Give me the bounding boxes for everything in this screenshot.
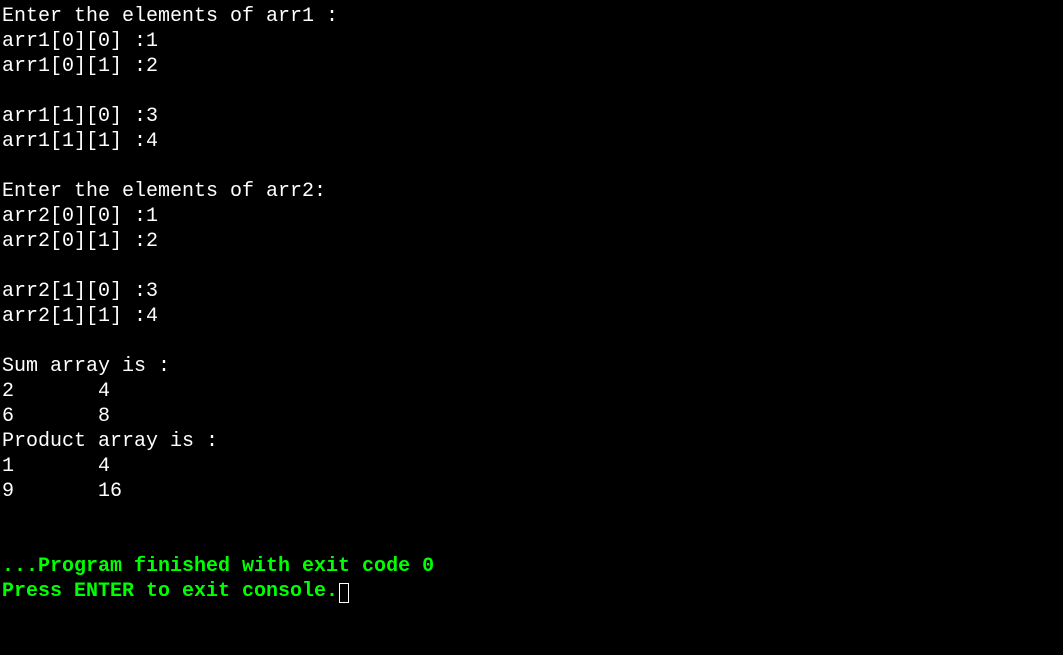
blank-line — [2, 254, 1061, 279]
blank-line — [2, 529, 1061, 554]
press-enter-text: Press ENTER to exit console. — [2, 580, 338, 603]
product-row-2: 9 16 — [2, 479, 1061, 504]
blank-line — [2, 154, 1061, 179]
arr2-input-10: arr2[1][0] :3 — [2, 279, 1061, 304]
blank-line — [2, 504, 1061, 529]
product-header: Product array is : — [2, 429, 1061, 454]
sum-row-1: 2 4 — [2, 379, 1061, 404]
arr2-input-11: arr2[1][1] :4 — [2, 304, 1061, 329]
cursor-icon — [339, 583, 349, 603]
arr1-input-10: arr1[1][0] :3 — [2, 104, 1061, 129]
arr1-input-00: arr1[0][0] :1 — [2, 29, 1061, 54]
product-row-1: 1 4 — [2, 454, 1061, 479]
arr2-input-01: arr2[0][1] :2 — [2, 229, 1061, 254]
blank-line — [2, 329, 1061, 354]
sum-row-2: 6 8 — [2, 404, 1061, 429]
arr1-input-11: arr1[1][1] :4 — [2, 129, 1061, 154]
sum-header: Sum array is : — [2, 354, 1061, 379]
arr2-input-00: arr2[0][0] :1 — [2, 204, 1061, 229]
blank-line — [2, 79, 1061, 104]
prompt-arr1: Enter the elements of arr1 : — [2, 4, 1061, 29]
arr1-input-01: arr1[0][1] :2 — [2, 54, 1061, 79]
program-finished: ...Program finished with exit code 0 — [2, 554, 1061, 579]
prompt-arr2: Enter the elements of arr2: — [2, 179, 1061, 204]
press-enter-prompt[interactable]: Press ENTER to exit console. — [2, 579, 1061, 604]
